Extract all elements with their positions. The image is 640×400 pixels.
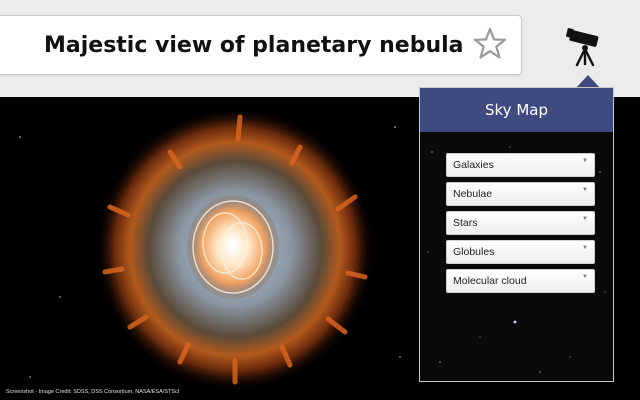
dropdown-globules[interactable]: Globules ▼	[446, 240, 595, 264]
dropdown-label: Stars	[453, 217, 478, 229]
dropdown-galaxies[interactable]: Galaxies ▼	[446, 153, 595, 177]
dropdown-label: Galaxies	[453, 159, 494, 171]
dropdown-molecular-cloud[interactable]: Molecular cloud ▼	[446, 269, 595, 293]
top-bar: Majestic view of planetary nebula	[0, 0, 640, 97]
sky-map-panel: Sky Map Galaxies ▼ Nebulae ▼ Stars ▼ Glo…	[419, 87, 614, 382]
dropdown-stars[interactable]: Stars ▼	[446, 211, 595, 235]
dropdown-label: Globules	[453, 246, 495, 258]
chevron-down-icon: ▼	[582, 187, 588, 193]
dropdown-label: Nebulae	[453, 188, 493, 200]
dropdown-label: Molecular cloud	[453, 275, 527, 287]
star-outline-icon[interactable]	[473, 27, 507, 59]
page-title: Majestic view of planetary nebula	[44, 33, 464, 58]
dropdown-nebulae[interactable]: Nebulae ▼	[446, 182, 595, 206]
image-credit: Screenshot - Image Credit: SDSS, DSS Con…	[6, 389, 180, 395]
chevron-down-icon: ▼	[582, 274, 588, 280]
chevron-down-icon: ▼	[582, 216, 588, 222]
sky-map-body: Galaxies ▼ Nebulae ▼ Stars ▼ Globules ▼ …	[420, 132, 613, 381]
chevron-down-icon: ▼	[582, 245, 588, 251]
sky-map-title: Sky Map	[420, 88, 613, 132]
chevron-down-icon: ▼	[582, 158, 588, 164]
telescope-icon[interactable]	[566, 27, 604, 67]
